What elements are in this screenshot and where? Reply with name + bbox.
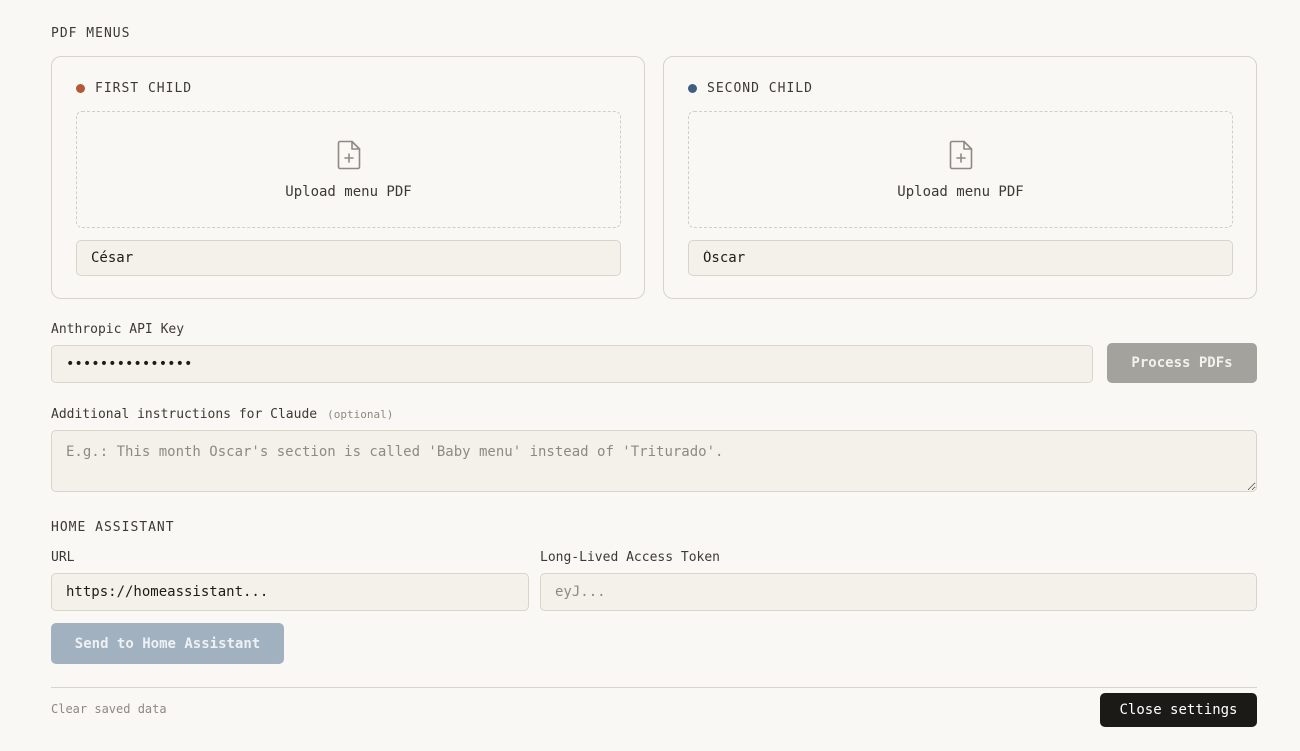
second-child-dot <box>688 84 697 93</box>
second-child-name-input[interactable] <box>688 240 1233 276</box>
api-key-label: Anthropic API Key <box>51 322 185 337</box>
second-child-card: SECOND CHILD Upload menu PDF <box>663 56 1257 299</box>
second-child-upload-dropzone[interactable]: Upload menu PDF <box>688 111 1233 228</box>
first-child-header: FIRST CHILD <box>76 81 192 96</box>
second-child-label: SECOND CHILD <box>707 81 813 96</box>
api-key-input[interactable] <box>51 345 1093 383</box>
home-assistant-title: HOME ASSISTANT <box>51 520 175 535</box>
first-child-name-input[interactable] <box>76 240 621 276</box>
first-child-card: FIRST CHILD Upload menu PDF <box>51 56 645 299</box>
second-child-header: SECOND CHILD <box>688 81 813 96</box>
first-child-upload-label: Upload menu PDF <box>285 183 412 200</box>
first-child-label: FIRST CHILD <box>95 81 193 96</box>
footer-divider <box>51 687 1257 688</box>
send-to-home-assistant-button[interactable]: Send to Home Assistant <box>51 623 284 664</box>
close-settings-button[interactable]: Close settings <box>1100 693 1257 727</box>
instructions-textarea[interactable] <box>51 430 1257 492</box>
url-input[interactable] <box>51 573 529 611</box>
first-child-dot <box>76 84 85 93</box>
clear-saved-data-link[interactable]: Clear saved data <box>51 702 167 716</box>
file-plus-icon <box>337 140 361 174</box>
token-label: Long-Lived Access Token <box>540 550 721 565</box>
first-child-upload-dropzone[interactable]: Upload menu PDF <box>76 111 621 228</box>
instructions-label-text: Additional instructions for Claude <box>51 407 318 422</box>
instructions-optional-tag: (optional) <box>327 408 394 421</box>
instructions-label: Additional instructions for Claude (optio… <box>51 407 393 422</box>
file-plus-icon <box>949 140 973 174</box>
pdf-menus-title: PDF MENUS <box>51 26 131 41</box>
token-input[interactable] <box>540 573 1257 611</box>
process-pdfs-button[interactable]: Process PDFs <box>1107 343 1257 383</box>
second-child-upload-label: Upload menu PDF <box>897 183 1024 200</box>
url-label: URL <box>51 550 75 565</box>
